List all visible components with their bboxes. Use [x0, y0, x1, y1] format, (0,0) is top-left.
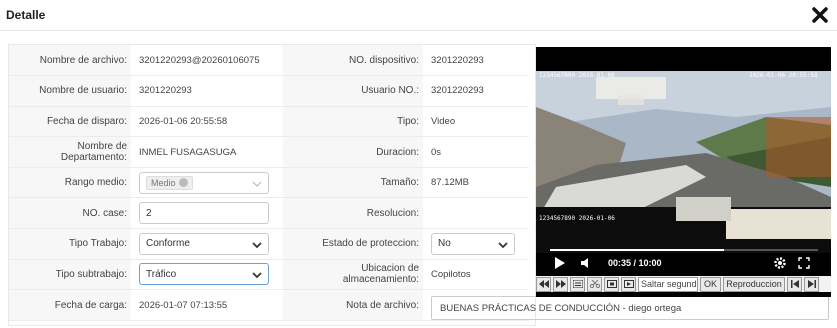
- user-name-label: Nombre de usuario:: [9, 75, 131, 107]
- range-tag: Medio: [146, 175, 193, 190]
- type-label: Tipo:: [283, 106, 423, 138]
- progress-bar[interactable]: [550, 249, 818, 251]
- case-no-value: 2: [146, 207, 152, 219]
- list-button[interactable]: [570, 276, 585, 292]
- details-panel: Nombre de archivo: 3201220293@2026010607…: [8, 44, 536, 326]
- file-name-label: Nombre de archivo:: [9, 45, 131, 77]
- device-no-value: 3201220293: [423, 45, 529, 77]
- device-no-label: NO. dispositivo:: [283, 45, 423, 77]
- dialog-title: Detalle: [6, 8, 46, 22]
- scissors-icon: [589, 280, 600, 288]
- file-note-value: BUENAS PRÁCTICAS DE CONDUCCIÓN - diego o…: [440, 302, 682, 314]
- size-label: Tamaño:: [283, 167, 423, 199]
- table-row: Tipo Trabajo: Conforme Estado de protecc…: [9, 228, 529, 260]
- user-name-value: 3201220293: [131, 75, 283, 107]
- table-row: Nombre de usuario: 3201220293 Usuario NO…: [9, 75, 529, 107]
- frame-forward-button[interactable]: [621, 276, 636, 292]
- duration-value: 0s: [423, 136, 529, 168]
- duration-label: Duracion:: [283, 136, 423, 168]
- details-table: Nombre de archivo: 3201220293@2026010607…: [9, 45, 529, 321]
- rewind-icon: [538, 280, 549, 288]
- subwork-type-select[interactable]: Tráfico: [139, 263, 269, 286]
- skip-seconds-input[interactable]: Saltar segundo: [638, 276, 698, 292]
- file-name-value: 3201220293@20260106075: [131, 45, 283, 77]
- case-no-label: NO. case:: [9, 197, 131, 230]
- frame-forward-icon: [623, 280, 634, 288]
- subwork-type-value: Tráfico: [146, 268, 177, 280]
- play-icon[interactable]: [554, 257, 566, 269]
- work-type-value: Conforme: [146, 238, 190, 250]
- settings-icon[interactable]: [773, 256, 787, 270]
- dialog-header: Detalle: [0, 0, 837, 31]
- department-value: INMEL FUSAGASUGA: [131, 136, 283, 168]
- fast-forward-icon: [555, 280, 566, 288]
- chevron-down-icon: [498, 242, 508, 249]
- protection-select[interactable]: No: [431, 232, 515, 255]
- chevron-down-icon: [252, 242, 262, 249]
- table-row: Nombre de archivo: 3201220293@2026010607…: [9, 45, 529, 77]
- cut-button[interactable]: [587, 276, 602, 292]
- range-label: Rango medio:: [9, 167, 131, 199]
- rewind-button[interactable]: [536, 276, 551, 292]
- close-icon[interactable]: [811, 6, 829, 24]
- start-button[interactable]: [787, 276, 803, 292]
- frame-back-icon: [606, 280, 617, 288]
- resolution-label: Resolucion:: [283, 197, 423, 230]
- osd-bottom: 1234567890 2026-01-06: [539, 215, 615, 222]
- work-type-select[interactable]: Conforme: [139, 232, 269, 255]
- trigger-date-label: Fecha de disparo:: [9, 106, 131, 138]
- skip-start-icon: [790, 280, 799, 288]
- ok-button[interactable]: OK: [700, 276, 722, 292]
- user-no-label: Usuario NO.:: [283, 75, 423, 107]
- skip-seconds-placeholder: Saltar segundo: [641, 279, 698, 289]
- skip-end-icon: [807, 280, 816, 288]
- case-no-input[interactable]: 2: [139, 202, 269, 225]
- type-value: Video: [423, 106, 529, 138]
- osd-left: 1234567890 2026-01-06: [539, 72, 615, 79]
- frame-back-button[interactable]: [604, 276, 619, 292]
- storage-value: Copilotos: [423, 259, 529, 291]
- range-tag-label: Medio: [151, 177, 176, 188]
- range-select[interactable]: Medio: [139, 171, 269, 194]
- protection-value: No: [438, 238, 451, 250]
- chevron-down-icon: [252, 181, 262, 187]
- file-note-input[interactable]: BUENAS PRÁCTICAS DE CONDUCCIÓN - diego o…: [431, 296, 829, 320]
- list-icon: [572, 280, 583, 288]
- forward-button[interactable]: [553, 276, 568, 292]
- table-row: Nombre de Departamento: INMEL FUSAGASUGA…: [9, 136, 529, 168]
- table-row: Fecha de disparo: 2026-01-06 20:55:58 Ti…: [9, 106, 529, 138]
- file-note-label: Nota de archivo:: [283, 289, 423, 321]
- subwork-type-label: Tipo subtrabajo:: [9, 259, 131, 291]
- user-no-value: 3201220293: [423, 75, 529, 107]
- video-player[interactable]: 1234567890 2026-01-06 2026-01-06 20:55:5…: [536, 47, 831, 297]
- upload-date-label: Fecha de carga:: [9, 289, 131, 321]
- work-type-label: Tipo Trabajo:: [9, 228, 131, 260]
- fullscreen-icon[interactable]: [798, 257, 810, 269]
- protection-label: Estado de proteccion:: [283, 228, 423, 260]
- size-value: 87.12MB: [423, 167, 529, 199]
- volume-icon[interactable]: [580, 257, 592, 269]
- resolution-value: [423, 197, 529, 230]
- end-button[interactable]: [804, 276, 820, 292]
- remove-tag-icon[interactable]: [178, 178, 188, 188]
- storage-label: Ubicacion de almacenamiento:: [283, 259, 423, 291]
- upload-date-value: 2026-01-07 07:13:55: [131, 289, 283, 321]
- chevron-down-icon: [252, 272, 262, 279]
- table-row: Tipo subtrabajo: Tráfico Ubicacion de al…: [9, 259, 529, 291]
- playback-button[interactable]: Reproduccion: [723, 276, 786, 292]
- progress-fill: [550, 249, 725, 251]
- department-label: Nombre de Departamento:: [9, 136, 131, 168]
- table-row: Rango medio: Medio Tamaño: 87.12MB: [9, 167, 529, 199]
- table-row: NO. case: 2 Resolucion:: [9, 197, 529, 230]
- time-display: 00:35 / 10:00: [608, 258, 662, 268]
- trigger-date-value: 2026-01-06 20:55:58: [131, 106, 283, 138]
- osd-right: 2026-01-06 20:55:58: [749, 72, 818, 79]
- player-toolbar: Saltar segundo OK Reproduccion: [536, 276, 831, 292]
